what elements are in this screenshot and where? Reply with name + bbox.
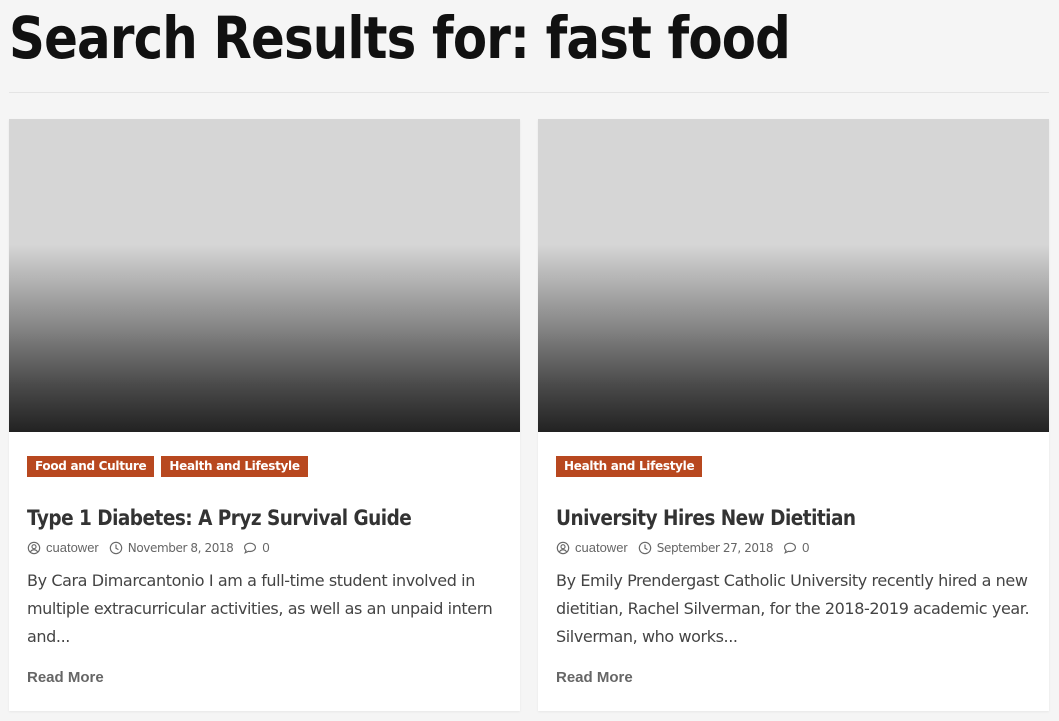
page-title: Search Results for: fast food: [9, 4, 791, 72]
post-title-link[interactable]: Type 1 Diabetes: A Pryz Survival Guide: [27, 503, 412, 533]
post-comments[interactable]: 0: [783, 540, 809, 555]
author-name[interactable]: cuatower: [575, 540, 628, 555]
comment-count[interactable]: 0: [802, 540, 809, 555]
post-comments[interactable]: 0: [243, 540, 270, 555]
post-thumbnail[interactable]: [538, 119, 1049, 432]
read-more-link[interactable]: Read More: [27, 669, 104, 686]
user-circle-icon: [556, 541, 570, 554]
category-badge[interactable]: Health and Lifestyle: [556, 456, 703, 477]
user-circle-icon: [27, 541, 41, 554]
clock-icon: [638, 541, 652, 554]
date-text[interactable]: September 27, 2018: [657, 541, 774, 555]
post-author[interactable]: cuatower: [556, 540, 628, 555]
read-more-link[interactable]: Read More: [556, 669, 633, 686]
comment-bubble-icon: [244, 542, 257, 554]
post-excerpt: By Emily Prendergast Catholic University…: [556, 571, 1030, 646]
post-meta: cuatower September 27, 2018 0: [556, 540, 819, 555]
post-date[interactable]: November 8, 2018: [109, 541, 234, 555]
title-divider: [9, 92, 1049, 93]
category-badge[interactable]: Food and Culture: [27, 456, 155, 477]
post-meta: cuatower November 8, 2018 0: [27, 540, 280, 555]
post-thumbnail[interactable]: [9, 119, 520, 432]
comment-count[interactable]: 0: [262, 540, 269, 555]
author-name[interactable]: cuatower: [46, 540, 99, 555]
post-categories: Food and Culture Health and Lifestyle: [27, 456, 308, 477]
post-title-link[interactable]: University Hires New Dietitian: [556, 503, 856, 533]
comment-bubble-icon: [784, 542, 797, 554]
date-text[interactable]: November 8, 2018: [128, 541, 234, 555]
post-date[interactable]: September 27, 2018: [638, 541, 774, 555]
post-author[interactable]: cuatower: [27, 540, 99, 555]
post-categories: Health and Lifestyle: [556, 456, 703, 477]
post-card: Health and Lifestyle University Hires Ne…: [538, 119, 1049, 711]
post-excerpt: By Cara Dimarcantonio I am a full-time s…: [27, 571, 493, 646]
category-badge[interactable]: Health and Lifestyle: [161, 456, 308, 477]
post-card: Food and Culture Health and Lifestyle Ty…: [9, 119, 520, 711]
clock-icon: [109, 541, 123, 554]
